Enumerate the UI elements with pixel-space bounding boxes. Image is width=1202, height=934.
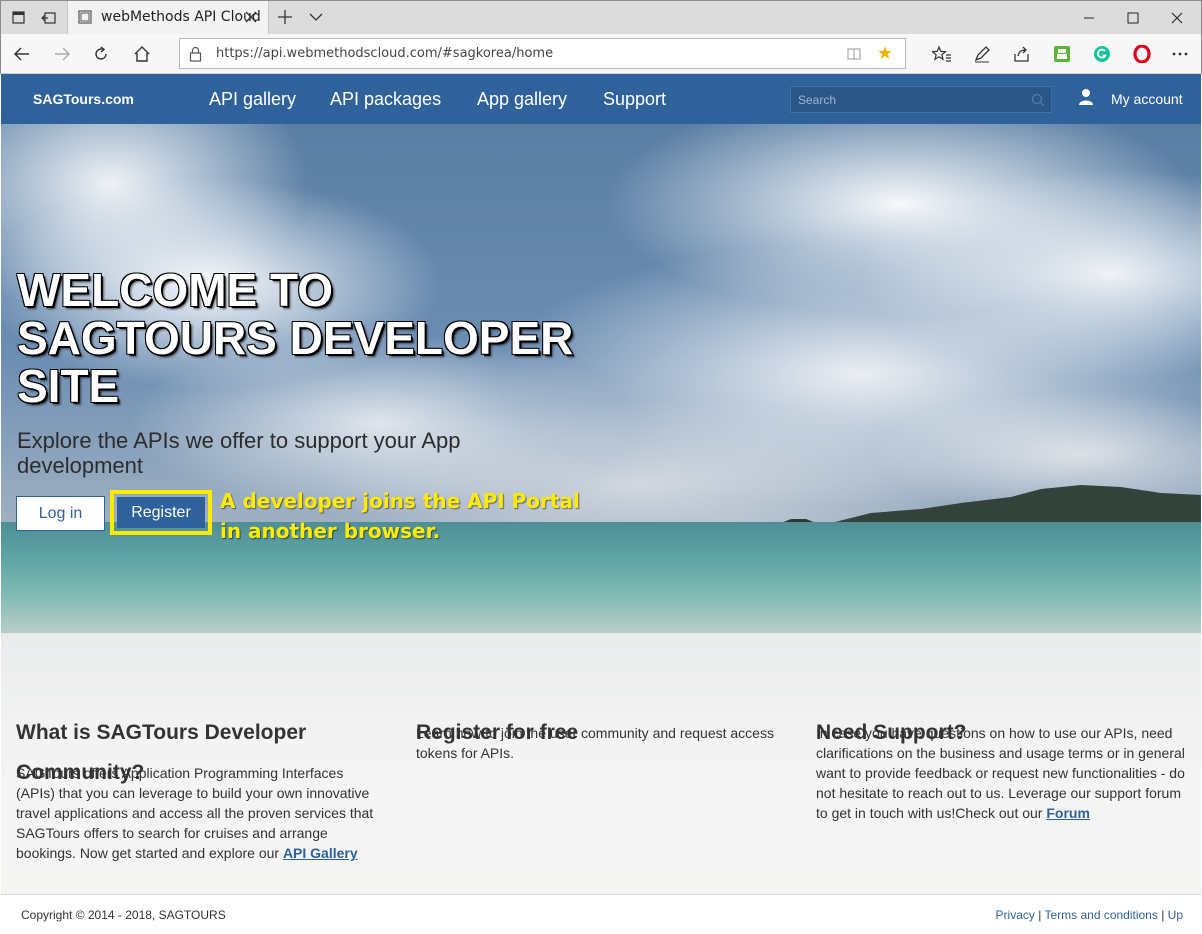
extension-opera-button[interactable] [1131,43,1153,65]
api-gallery-link[interactable]: API Gallery [283,845,358,861]
sea-image [1,522,1201,633]
opera-icon [1133,45,1151,63]
page-favicon-icon [78,10,92,24]
notes-button[interactable] [971,43,993,65]
user-icon[interactable] [1078,88,1094,106]
nav-support[interactable]: Support [603,89,666,110]
reading-view-icon[interactable] [847,47,861,61]
register-highlight-box: Register [110,490,212,535]
back-button[interactable] [11,43,33,65]
forward-button[interactable] [51,43,73,65]
site-header: SAGTours.com API gallery API packages Ap… [1,74,1201,124]
column-text: In case you have questions on how to use… [816,723,1188,823]
refresh-button[interactable] [90,43,112,65]
refresh-icon [95,46,107,60]
home-icon [134,46,150,62]
tab-title: webMethods API Cloud [101,9,261,25]
favorites-list-icon [932,45,951,62]
browser-tab[interactable]: webMethods API Cloud [67,1,269,35]
terms-link[interactable]: Terms and conditions [1044,908,1157,922]
more-dots-icon [1172,52,1188,56]
browser-tab-bar: webMethods API Cloud [0,0,1202,35]
privacy-link[interactable]: Privacy [996,908,1035,922]
minimize-icon [1084,17,1094,19]
hero-banner: WELCOME TO SAGTOURS DEVELOPER SITE Explo… [1,124,1201,633]
footer-links: Privacy | Terms and conditions | Up [996,908,1183,922]
arrow-left-icon [14,47,29,61]
printer-extension-icon [1054,46,1070,62]
nav-app-gallery[interactable]: App gallery [477,89,567,110]
column-text: SAGTours offers Application Programming … [16,763,380,863]
maximize-button[interactable] [1111,1,1155,35]
column-text: Learn how to join the user community and… [416,725,774,761]
annotation-line-2: in another browser. [220,519,441,543]
page-footer: Copyright © 2014 - 2018, SAGTOURS Privac… [1,894,1201,934]
new-tab-icon[interactable] [277,9,293,25]
info-section: What is SAGTours Developer Community? SA… [1,633,1201,894]
maximize-icon [1127,12,1139,24]
share-icon [1014,46,1029,62]
close-tab-icon[interactable] [244,10,258,24]
up-link[interactable]: Up [1168,908,1183,922]
search-box [790,86,1052,113]
extension-printer-button[interactable] [1051,43,1073,65]
close-icon [1171,12,1183,24]
register-button[interactable]: Register [117,497,205,528]
annotation-callout: A developer joins the API Portal in anot… [220,486,600,546]
my-account-link[interactable]: My account [1111,91,1183,107]
extension-grammarly-button[interactable] [1091,43,1113,65]
hero-subtitle: Explore the APIs we offer to support you… [17,428,461,478]
set-aside-tabs-icon[interactable] [39,8,59,28]
search-icon[interactable] [1031,93,1045,107]
search-input[interactable] [791,87,1027,112]
share-button[interactable] [1011,43,1033,65]
login-button[interactable]: Log in [16,496,105,531]
favorite-star-icon[interactable]: ★ [877,44,893,62]
close-window-button[interactable] [1155,1,1199,35]
forum-link[interactable]: Forum [1046,805,1090,821]
minimize-button[interactable] [1067,1,1111,35]
tab-actions-icon[interactable] [9,8,29,28]
url-text: https://api.webmethodscloud.com/#sagkore… [216,46,554,61]
column-body: In case you have questions on how to use… [816,725,1185,821]
favorites-button[interactable] [931,43,953,65]
site-logo[interactable]: SAGTours.com [33,91,134,107]
annotation-line-1: A developer joins the API Portal [220,489,580,513]
nav-api-packages[interactable]: API packages [330,89,441,110]
copyright-text: Copyright © 2014 - 2018, SAGTOURS [21,908,226,922]
browser-toolbar: https://api.webmethodscloud.com/#sagkore… [0,34,1202,74]
hero-title: WELCOME TO SAGTOURS DEVELOPER SITE [17,264,574,412]
lock-icon[interactable] [189,46,202,62]
pen-icon [974,46,990,63]
home-button[interactable] [131,43,153,65]
chevron-down-icon[interactable] [309,11,323,23]
nav-api-gallery[interactable]: API gallery [209,89,296,110]
settings-more-button[interactable] [1169,43,1191,65]
address-bar[interactable]: https://api.webmethodscloud.com/#sagkore… [179,38,906,69]
arrow-right-icon [55,47,70,61]
grammarly-icon [1094,46,1110,62]
